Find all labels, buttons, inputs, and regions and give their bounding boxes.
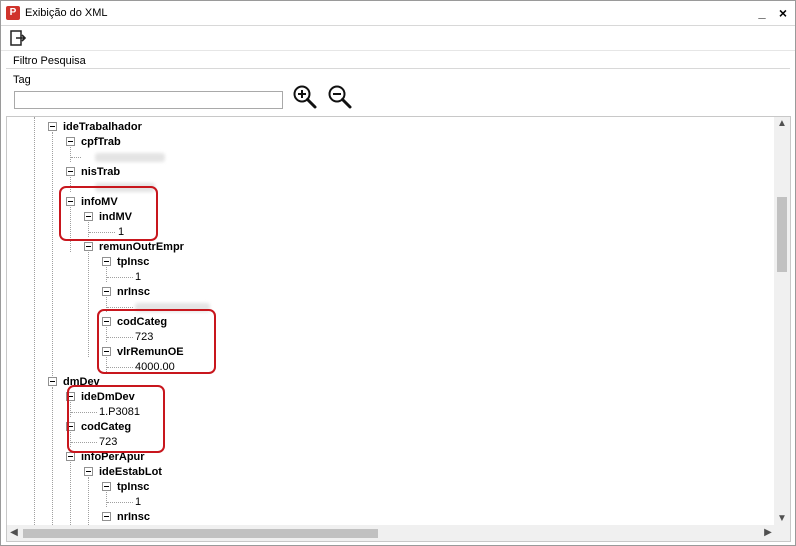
- horizontal-scrollbar[interactable]: ◀ ▶: [7, 525, 775, 541]
- tree-line: [107, 277, 133, 278]
- minimize-button[interactable]: _: [753, 4, 771, 22]
- tag-search-input[interactable]: [14, 91, 283, 109]
- collapse-toggle[interactable]: [102, 287, 111, 296]
- value-tpInsc: 1: [135, 271, 142, 283]
- tree-line: [71, 157, 81, 158]
- collapse-toggle[interactable]: [84, 242, 93, 251]
- close-button[interactable]: ×: [774, 4, 792, 22]
- node-remunOutrEmpr[interactable]: remunOutrEmpr: [99, 240, 184, 254]
- tree-line: [88, 477, 89, 527]
- highlight-box: [97, 309, 216, 374]
- exit-icon[interactable]: [9, 29, 27, 47]
- xml-viewer-window: P Exibição do XML _ × Filtro Pesquisa Ta…: [0, 0, 796, 546]
- app-logo-icon: P: [6, 6, 20, 20]
- zoom-out-icon[interactable]: [327, 84, 353, 110]
- tree-line: [106, 492, 107, 507]
- xml-tree-content: ideTrabalhador cpfTrab nisTrab infoMV in…: [7, 117, 775, 527]
- scroll-down-icon[interactable]: ▼: [774, 512, 790, 526]
- node-tpInsc-2[interactable]: tpInsc: [117, 480, 149, 494]
- tree-line: [52, 387, 53, 527]
- redacted-value: [95, 153, 165, 162]
- collapse-toggle[interactable]: [102, 482, 111, 491]
- tree-line: [34, 117, 35, 527]
- node-nrInsc-2[interactable]: nrInsc: [117, 510, 150, 524]
- tree-line: [52, 132, 53, 382]
- tree-line: [106, 267, 107, 282]
- node-cpfTrab[interactable]: cpfTrab: [81, 135, 121, 149]
- tree-line: [107, 307, 133, 308]
- tree-line: [107, 502, 133, 503]
- scroll-left-icon[interactable]: ◀: [7, 525, 21, 541]
- node-tpInsc[interactable]: tpInsc: [117, 255, 149, 269]
- tree-line: [70, 462, 71, 527]
- collapse-toggle[interactable]: [102, 512, 111, 521]
- zoom-in-icon[interactable]: [292, 84, 318, 110]
- xml-tree-view[interactable]: ideTrabalhador cpfTrab nisTrab infoMV in…: [6, 116, 791, 542]
- collapse-toggle[interactable]: [48, 377, 57, 386]
- highlight-box: [67, 385, 165, 453]
- collapse-toggle[interactable]: [84, 467, 93, 476]
- vertical-scrollbar[interactable]: ▲ ▼: [774, 117, 790, 526]
- window-title: Exibição do XML: [25, 7, 108, 19]
- collapse-toggle[interactable]: [66, 452, 75, 461]
- vertical-scroll-thumb[interactable]: [777, 197, 787, 272]
- scroll-right-icon[interactable]: ▶: [761, 525, 775, 541]
- horizontal-scroll-thumb[interactable]: [23, 529, 378, 538]
- node-nisTrab[interactable]: nisTrab: [81, 165, 120, 179]
- title-bar: P Exibição do XML _ ×: [1, 1, 795, 26]
- tag-label: Tag: [13, 74, 31, 86]
- collapse-toggle[interactable]: [102, 257, 111, 266]
- tree-line: [88, 252, 89, 357]
- highlight-box: [59, 186, 158, 241]
- collapse-toggle[interactable]: [66, 167, 75, 176]
- node-nrInsc[interactable]: nrInsc: [117, 285, 150, 299]
- toolbar: [1, 26, 795, 51]
- scroll-up-icon[interactable]: ▲: [774, 117, 790, 131]
- collapse-toggle[interactable]: [66, 137, 75, 146]
- node-ideTrabalhador[interactable]: ideTrabalhador: [63, 120, 142, 134]
- filter-section-label: Filtro Pesquisa: [13, 55, 86, 67]
- tree-line: [70, 147, 71, 162]
- value-tpInsc-2: 1: [135, 496, 142, 508]
- scrollbar-corner: [774, 525, 790, 541]
- collapse-toggle[interactable]: [48, 122, 57, 131]
- node-ideEstabLot[interactable]: ideEstabLot: [99, 465, 162, 479]
